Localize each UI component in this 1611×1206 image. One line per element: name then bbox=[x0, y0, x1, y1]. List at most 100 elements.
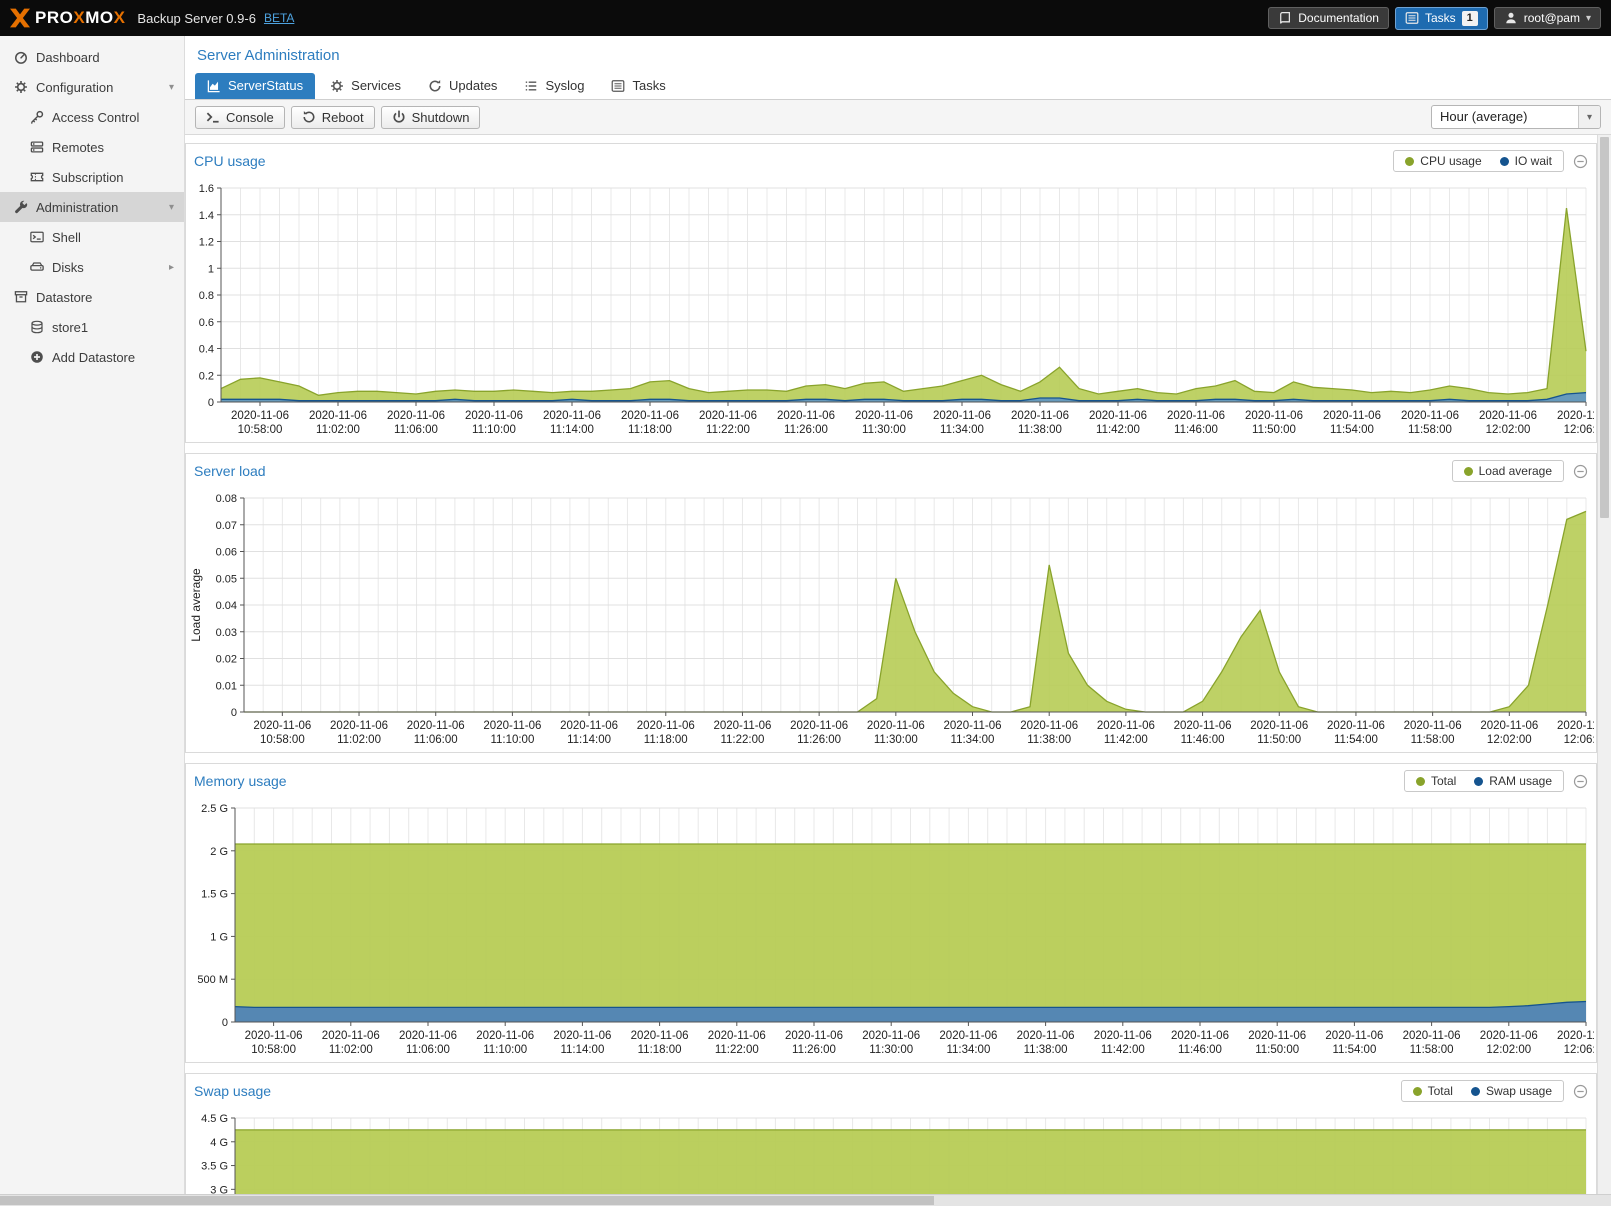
hdd-icon bbox=[28, 260, 45, 274]
collapse-icon[interactable] bbox=[1573, 774, 1588, 789]
sidebar-item-add-datastore[interactable]: Add Datastore bbox=[0, 342, 184, 372]
refresh-icon bbox=[428, 79, 442, 93]
svg-text:2020-11-06: 2020-11-06 bbox=[1480, 720, 1538, 732]
tab-updates[interactable]: Updates bbox=[416, 73, 509, 99]
sidebar-item-label: Disks bbox=[52, 260, 84, 275]
ticket-icon bbox=[28, 170, 45, 184]
database-icon bbox=[28, 320, 45, 334]
tasks-button[interactable]: Tasks 1 bbox=[1395, 7, 1488, 30]
svg-text:2020-11-06: 2020-11-06 bbox=[465, 410, 523, 422]
horizontal-scrollbar-thumb[interactable] bbox=[0, 1196, 934, 1205]
svg-text:11:14:00: 11:14:00 bbox=[550, 424, 594, 436]
documentation-label: Documentation bbox=[1298, 11, 1379, 25]
list-icon bbox=[524, 79, 538, 93]
sidebar-item-access-control[interactable]: Access Control bbox=[0, 102, 184, 132]
sidebar-item-administration[interactable]: Administration ▾ bbox=[0, 192, 184, 222]
panel-cpu-usage: CPU usage CPU usage IO wait 00.20.40.60. bbox=[185, 143, 1597, 443]
svg-text:2020-11-06: 2020-11-06 bbox=[637, 720, 695, 732]
collapse-icon[interactable] bbox=[1573, 154, 1588, 169]
svg-text:11:18:00: 11:18:00 bbox=[644, 734, 688, 746]
vertical-scrollbar-thumb[interactable] bbox=[1600, 137, 1609, 518]
legend-item-total[interactable]: Total bbox=[1416, 774, 1456, 788]
sidebar-item-store1[interactable]: store1 bbox=[0, 312, 184, 342]
shutdown-label: Shutdown bbox=[412, 110, 470, 125]
documentation-button[interactable]: Documentation bbox=[1268, 7, 1389, 29]
chart-legend: CPU usage IO wait bbox=[1393, 150, 1564, 172]
svg-text:11:42:00: 11:42:00 bbox=[1101, 1044, 1145, 1056]
user-menu-button[interactable]: root@pam ▾ bbox=[1494, 7, 1601, 29]
svg-text:11:30:00: 11:30:00 bbox=[874, 734, 918, 746]
svg-text:2020-11-06: 2020-11-06 bbox=[1480, 1030, 1538, 1042]
svg-text:11:26:00: 11:26:00 bbox=[797, 734, 841, 746]
sidebar-item-datastore[interactable]: Datastore bbox=[0, 282, 184, 312]
svg-text:0.06: 0.06 bbox=[216, 547, 237, 559]
sidebar-item-configuration[interactable]: Configuration ▾ bbox=[0, 72, 184, 102]
sidebar-item-disks[interactable]: Disks ▸ bbox=[0, 252, 184, 282]
horizontal-scrollbar[interactable] bbox=[0, 1194, 1611, 1206]
svg-text:2020-11-06: 2020-11-06 bbox=[322, 1030, 380, 1042]
caret-down-icon[interactable]: ▾ bbox=[1578, 106, 1600, 128]
legend-item-load-average[interactable]: Load average bbox=[1464, 464, 1552, 478]
sidebar-item-label: Administration bbox=[36, 200, 118, 215]
svg-text:11:10:00: 11:10:00 bbox=[490, 734, 534, 746]
server-icon bbox=[28, 140, 45, 154]
svg-text:2.5 G: 2.5 G bbox=[201, 803, 228, 815]
tab-syslog[interactable]: Syslog bbox=[512, 73, 596, 99]
beta-link[interactable]: BETA bbox=[264, 11, 294, 25]
svg-text:2020-11-06: 2020-11-06 bbox=[560, 720, 618, 732]
sidebar-item-dashboard[interactable]: Dashboard bbox=[0, 42, 184, 72]
svg-text:11:22:00: 11:22:00 bbox=[720, 734, 764, 746]
svg-text:2020-11-06: 2020-11-06 bbox=[1017, 1030, 1075, 1042]
collapse-icon[interactable] bbox=[1573, 464, 1588, 479]
svg-text:2020-11-06: 2020-11-06 bbox=[330, 720, 388, 732]
svg-text:10:58:00: 10:58:00 bbox=[238, 424, 283, 436]
sidebar-item-subscription[interactable]: Subscription bbox=[0, 162, 184, 192]
svg-text:0.03: 0.03 bbox=[216, 627, 237, 639]
svg-text:0.02: 0.02 bbox=[216, 654, 237, 666]
svg-text:3 G: 3 G bbox=[210, 1184, 228, 1194]
chart-legend: Load average bbox=[1452, 460, 1564, 482]
legend-item-ram-usage[interactable]: RAM usage bbox=[1474, 774, 1552, 788]
collapse-icon[interactable] bbox=[1573, 1084, 1588, 1099]
sidebar-item-label: Shell bbox=[52, 230, 81, 245]
chevron-right-icon[interactable]: ▸ bbox=[169, 262, 174, 273]
svg-text:10:58:00: 10:58:00 bbox=[251, 1044, 296, 1056]
tab-label: Syslog bbox=[545, 78, 584, 93]
key-icon bbox=[28, 110, 45, 124]
chevron-down-icon[interactable]: ▾ bbox=[169, 82, 174, 93]
page-title: Server Administration bbox=[185, 36, 1611, 73]
svg-text:11:38:00: 11:38:00 bbox=[1024, 1044, 1068, 1056]
legend-dot bbox=[1464, 467, 1473, 476]
svg-text:2020-11-06: 2020-11-06 bbox=[1403, 1030, 1461, 1042]
tab-serverstatus[interactable]: ServerStatus bbox=[195, 73, 315, 99]
svg-text:2020-11-06: 2020-11-06 bbox=[621, 410, 679, 422]
svg-text:2020-11-06: 2020-11-06 bbox=[785, 1030, 843, 1042]
vertical-scrollbar[interactable] bbox=[1597, 135, 1611, 1194]
svg-text:2020-11-06: 2020-11-06 bbox=[253, 720, 311, 732]
svg-text:2020-11-06: 2020-11-06 bbox=[939, 1030, 997, 1042]
reboot-button[interactable]: Reboot bbox=[291, 106, 375, 129]
svg-text:2020-11-06: 2020-11-06 bbox=[543, 410, 601, 422]
legend-item-swap-usage[interactable]: Swap usage bbox=[1471, 1084, 1552, 1098]
panel-memory-usage: Memory usage Total RAM usage 0500 M1 G1. bbox=[185, 763, 1597, 1063]
shutdown-button[interactable]: Shutdown bbox=[381, 106, 481, 129]
sidebar-item-shell[interactable]: Shell bbox=[0, 222, 184, 252]
sidebar-item-remotes[interactable]: Remotes bbox=[0, 132, 184, 162]
legend-item-io-wait[interactable]: IO wait bbox=[1500, 154, 1552, 168]
chevron-down-icon[interactable]: ▾ bbox=[169, 202, 174, 213]
svg-text:2020-11-06: 2020-11-06 bbox=[399, 1030, 457, 1042]
panel-title: Memory usage bbox=[194, 773, 287, 789]
timeframe-select[interactable]: Hour (average) ▾ bbox=[1431, 105, 1601, 129]
svg-text:2020-11-06: 2020-11-06 bbox=[1245, 410, 1303, 422]
legend-item-total[interactable]: Total bbox=[1413, 1084, 1453, 1098]
svg-text:2020-11-06: 2020-11-06 bbox=[1020, 720, 1078, 732]
panel-header: Swap usage Total Swap usage bbox=[186, 1074, 1596, 1108]
legend-item-cpu-usage[interactable]: CPU usage bbox=[1405, 154, 1481, 168]
svg-text:11:42:00: 11:42:00 bbox=[1104, 734, 1148, 746]
svg-text:3.5 G: 3.5 G bbox=[201, 1161, 228, 1173]
console-button[interactable]: Console bbox=[195, 106, 285, 129]
tab-tasks[interactable]: Tasks bbox=[599, 73, 677, 99]
tab-services[interactable]: Services bbox=[318, 73, 413, 99]
terminal-icon bbox=[28, 230, 45, 244]
svg-text:2020-11-06: 2020-11-06 bbox=[1167, 410, 1225, 422]
